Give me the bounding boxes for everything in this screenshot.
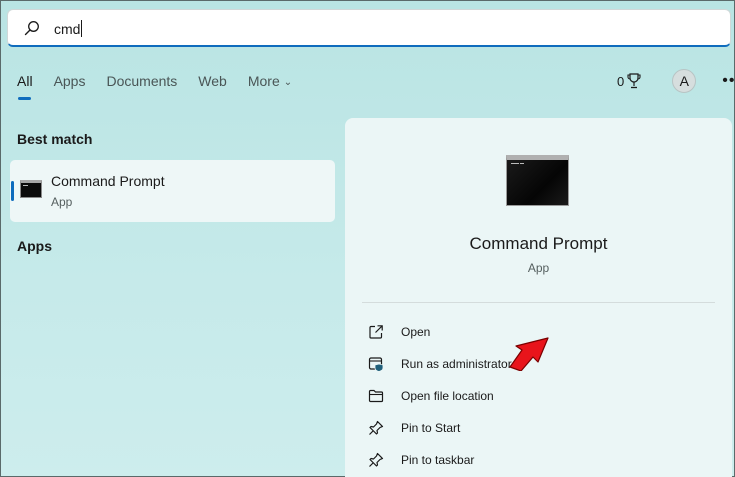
action-label: Run as administrator	[401, 357, 512, 371]
text-caret	[81, 20, 83, 37]
pin-icon	[367, 419, 385, 437]
search-bar[interactable]: cmd	[7, 9, 731, 47]
search-query: cmd	[54, 21, 81, 37]
filter-tabs: All Apps Documents Web More ⌄	[17, 73, 313, 100]
points-count: 0	[617, 73, 625, 89]
action-label: Open	[401, 325, 431, 339]
result-title: Command Prompt	[51, 173, 165, 189]
search-input[interactable]: cmd	[54, 20, 83, 37]
rewards-points[interactable]: 0	[617, 73, 641, 89]
best-match-result[interactable]: Command Prompt App	[10, 160, 335, 222]
red-arrow-annotation-icon	[509, 337, 549, 371]
divider	[362, 302, 715, 303]
folder-icon	[367, 387, 385, 405]
tab-apps[interactable]: Apps	[54, 73, 86, 89]
action-pin-to-start[interactable]: Pin to Start	[367, 416, 707, 440]
pin-icon	[367, 451, 385, 469]
action-open-file-location[interactable]: Open file location	[367, 384, 707, 408]
header-tools: 0 A •••	[617, 69, 735, 93]
best-match-heading: Best match	[17, 131, 93, 147]
tab-web[interactable]: Web	[198, 73, 227, 89]
tab-all[interactable]: All	[17, 73, 33, 100]
command-prompt-icon	[20, 180, 42, 198]
trophy-icon	[627, 73, 641, 89]
action-label: Open file location	[401, 389, 494, 403]
detail-title: Command Prompt	[469, 234, 608, 253]
command-prompt-icon	[506, 155, 569, 206]
action-pin-to-taskbar[interactable]: Pin to taskbar	[367, 448, 707, 472]
open-external-icon	[367, 323, 385, 341]
action-label: Pin to Start	[401, 421, 461, 435]
tab-more[interactable]: More ⌄	[248, 73, 292, 89]
result-type: App	[51, 195, 73, 209]
detail-type: App	[527, 261, 550, 275]
avatar[interactable]: A	[672, 69, 697, 93]
tab-documents[interactable]: Documents	[106, 73, 177, 89]
apps-heading: Apps	[17, 238, 52, 254]
action-label: Pin to taskbar	[401, 453, 475, 467]
chevron-down-icon: ⌄	[283, 77, 293, 88]
tab-more-label: More	[247, 73, 280, 89]
search-icon	[24, 21, 39, 36]
more-options-icon[interactable]: •••	[722, 72, 735, 90]
selection-indicator	[11, 181, 14, 201]
shield-window-icon	[367, 355, 385, 373]
detail-panel: Command Prompt App Open Run as administr…	[345, 118, 732, 477]
start-search-window: cmd All Apps Documents Web More⌄ 0 A •••…	[0, 0, 735, 477]
